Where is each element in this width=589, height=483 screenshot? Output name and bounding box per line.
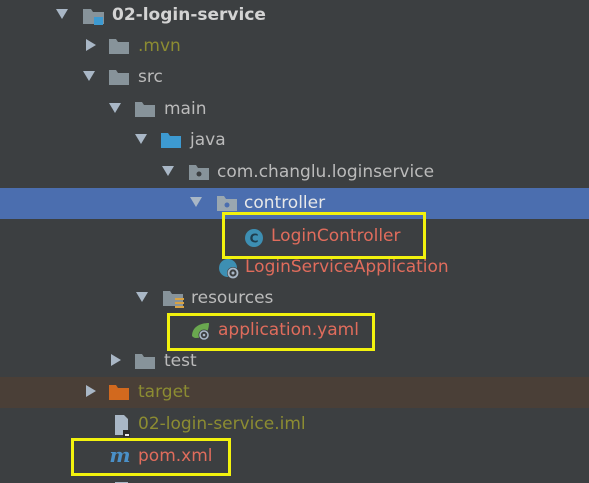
tree-item-java[interactable]: java [0, 125, 589, 156]
expand-arrow-icon[interactable] [83, 71, 95, 81]
highlight-box-application-yaml [167, 313, 375, 351]
package-icon [188, 163, 210, 185]
excluded-folder-icon [108, 383, 130, 405]
tree-item-label: target [138, 382, 190, 402]
tree-item-label: 02-login-service [112, 5, 266, 25]
tree-item-label: 02-login-service.iml [138, 414, 306, 434]
tree-item-label: LoginServiceApplication [245, 257, 449, 277]
tree-item-label: main [164, 99, 207, 119]
expand-arrow-icon[interactable] [135, 134, 147, 144]
collapse-arrow-icon[interactable] [86, 39, 96, 51]
tree-item-module[interactable]: 02-login-service [0, 0, 589, 31]
expand-arrow-icon[interactable] [162, 166, 174, 176]
highlight-box-login-controller [222, 212, 426, 259]
spring-boot-class-icon [218, 258, 240, 284]
module-folder-icon [82, 6, 106, 30]
expand-arrow-icon[interactable] [190, 197, 202, 207]
folder-icon [134, 100, 156, 122]
tree-item-mvn[interactable]: .mvn [0, 31, 589, 62]
highlight-box-pom [71, 438, 231, 476]
collapse-arrow-icon[interactable] [86, 385, 96, 397]
project-tree: 02-login-service .mvn src main java com.… [0, 0, 589, 483]
collapse-arrow-icon[interactable] [111, 354, 121, 366]
tree-item-target[interactable]: target [0, 377, 589, 408]
tree-item-label: src [138, 67, 163, 87]
tree-item-label: .mvn [138, 36, 181, 56]
expand-arrow-icon[interactable] [109, 103, 121, 113]
expand-arrow-icon[interactable] [136, 292, 148, 302]
tree-item-iml[interactable]: 02-login-service.iml [0, 409, 589, 440]
tree-item-label: controller [244, 193, 326, 213]
tree-item-package[interactable]: com.changlu.loginservice [0, 157, 589, 188]
tree-item-resources[interactable]: resources [0, 283, 589, 314]
tree-item-label: test [164, 351, 197, 371]
tree-item-label: com.changlu.loginservice [217, 162, 435, 182]
folder-icon [108, 68, 130, 90]
folder-icon [108, 37, 130, 59]
folder-icon [134, 352, 156, 374]
source-folder-icon [160, 131, 182, 153]
expand-arrow-icon[interactable] [56, 9, 68, 19]
tree-item-src[interactable]: src [0, 62, 589, 93]
resources-folder-icon [162, 289, 186, 313]
tree-item-label: resources [191, 288, 274, 308]
file-icon [112, 475, 132, 483]
tree-item-label: java [190, 130, 226, 150]
tree-item-main[interactable]: main [0, 94, 589, 125]
